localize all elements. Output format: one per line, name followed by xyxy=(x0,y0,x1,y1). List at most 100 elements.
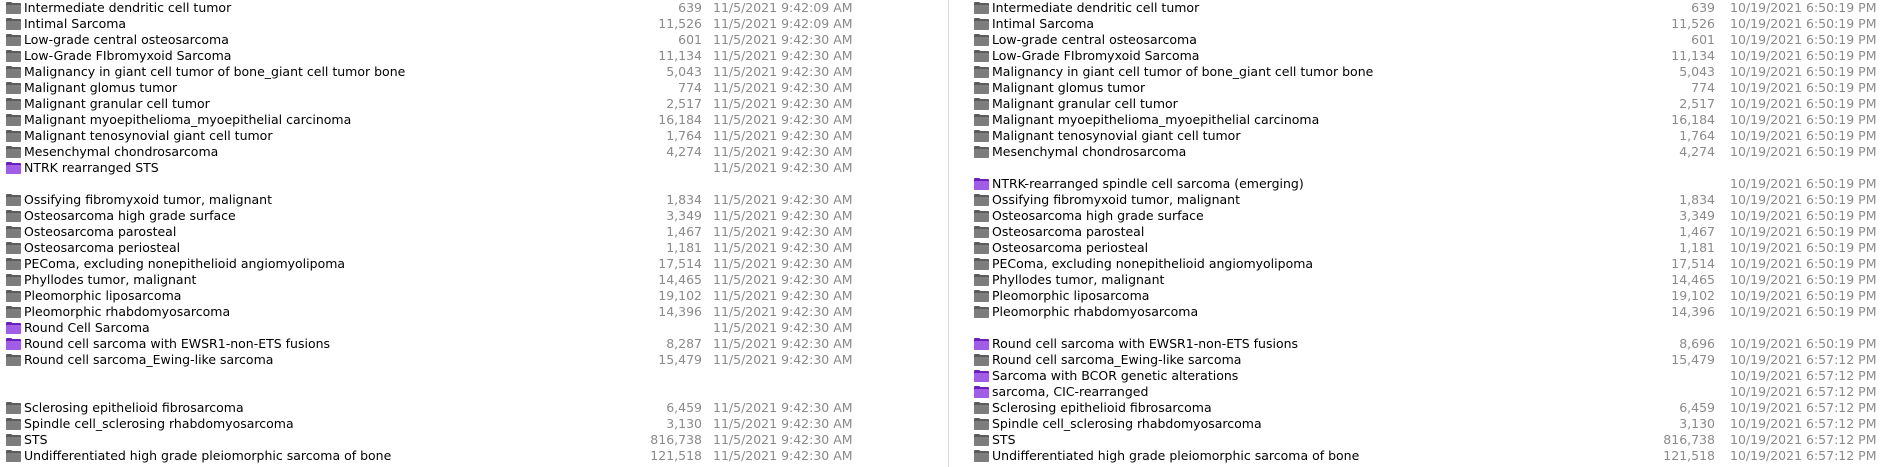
file-row[interactable]: Spindle cell_sclerosing rhabdomyosarcoma… xyxy=(968,416,1898,432)
file-row[interactable]: Intermediate dendritic cell tumor 639 11/5… xyxy=(0,0,932,16)
file-row[interactable]: sarcoma, CIC-rearranged 10/19/2021 6:57:1… xyxy=(968,384,1898,400)
file-date: 10/19/2021 6:50:19 PM xyxy=(1730,32,1877,47)
file-row[interactable]: Intimal Sarcoma 11,526 10/19/2021 6:50:19 … xyxy=(968,16,1898,32)
file-row[interactable]: Malignant tenosynovial giant cell tumor 1… xyxy=(968,128,1898,144)
file-row[interactable]: NTRK rearranged STS 11/5/2021 9:42:30 AM xyxy=(0,160,932,176)
file-date: 11/5/2021 9:42:30 AM xyxy=(713,64,853,79)
file-row[interactable]: Ossifying fibromyxoid tumor, malignant 1,… xyxy=(968,192,1898,208)
file-row[interactable]: STS 816,738 11/5/2021 9:42:30 AM xyxy=(0,432,932,448)
file-row[interactable]: Phyllodes tumor, malignant 14,465 11/5/202… xyxy=(0,272,932,288)
file-size: 17,514 xyxy=(658,256,702,271)
file-row[interactable]: STS 816,738 10/19/2021 6:57:12 PM xyxy=(968,432,1898,448)
folder-icon xyxy=(974,2,990,14)
file-row[interactable]: Malignant glomus tumor 774 10/19/2021 6:50… xyxy=(968,80,1898,96)
empty-row xyxy=(0,176,932,192)
file-date: 10/19/2021 6:50:19 PM xyxy=(1730,48,1877,63)
file-date: 11/5/2021 9:42:30 AM xyxy=(713,112,853,127)
file-row[interactable]: Osteosarcoma parosteal 1,467 11/5/2021 9:4… xyxy=(0,224,932,240)
file-row[interactable]: Osteosarcoma parosteal 1,467 10/19/2021 6:… xyxy=(968,224,1898,240)
file-row[interactable]: Round cell sarcoma with EWSR1-non-ETS fu… xyxy=(968,336,1898,352)
folder-icon xyxy=(974,18,990,30)
file-row[interactable]: Ossifying fibromyxoid tumor, malignant 1,… xyxy=(0,192,932,208)
file-date: 10/19/2021 6:50:19 PM xyxy=(1730,208,1877,223)
file-row[interactable]: Phyllodes tumor, malignant 14,465 10/19/20… xyxy=(968,272,1898,288)
file-row[interactable]: Malignant glomus tumor 774 11/5/2021 9:42:… xyxy=(0,80,932,96)
file-date: 11/5/2021 9:42:30 AM xyxy=(713,96,853,111)
file-row[interactable]: Malignant granular cell tumor 2,517 10/19/… xyxy=(968,96,1898,112)
file-row[interactable]: Sarcoma with BCOR genetic alterations 10/… xyxy=(968,368,1898,384)
file-name: STS xyxy=(992,432,1016,447)
file-row[interactable]: Osteosarcoma high grade surface 3,349 10/1… xyxy=(968,208,1898,224)
file-size: 601 xyxy=(1691,32,1715,47)
file-row[interactable]: Undifferentiated high grade pleiomorphic… xyxy=(0,448,932,464)
file-row[interactable]: Pleomorphic rhabdomyosarcoma 14,396 11/5/2… xyxy=(0,304,932,320)
file-size: 774 xyxy=(678,80,702,95)
file-row[interactable]: Malignant granular cell tumor 2,517 11/5/2… xyxy=(0,96,932,112)
file-row[interactable]: PEComa, excluding nonepithelioid angiomy… xyxy=(968,256,1898,272)
folder-icon xyxy=(974,450,990,462)
file-row[interactable]: Sclerosing epithelioid fibrosarcoma 6,459… xyxy=(968,400,1898,416)
file-date: 11/5/2021 9:42:30 AM xyxy=(713,336,853,351)
file-row[interactable]: Osteosarcoma periosteal 1,181 11/5/2021 9:… xyxy=(0,240,932,256)
file-row[interactable]: Round cell sarcoma_Ewing-like sarcoma 15,… xyxy=(968,352,1898,368)
file-size: 11,134 xyxy=(1671,48,1715,63)
folder-icon xyxy=(6,354,22,366)
file-row[interactable]: Osteosarcoma periosteal 1,181 10/19/2021 6… xyxy=(968,240,1898,256)
file-size: 774 xyxy=(1691,80,1715,95)
file-row[interactable]: Pleomorphic liposarcoma 19,102 11/5/2021 9… xyxy=(0,288,932,304)
file-size: 11,526 xyxy=(1671,16,1715,31)
file-name: Malignant granular cell tumor xyxy=(24,96,210,111)
folder-purple-icon xyxy=(974,386,990,398)
file-row[interactable]: Round Cell Sarcoma 11/5/2021 9:42:30 AM xyxy=(0,320,932,336)
file-row[interactable]: Malignancy in giant cell tumor of bone_g… xyxy=(0,64,932,80)
file-date: 10/19/2021 6:50:19 PM xyxy=(1730,144,1877,159)
file-row[interactable]: Pleomorphic rhabdomyosarcoma 14,396 10/19/… xyxy=(968,304,1898,320)
file-size: 5,043 xyxy=(1679,64,1715,79)
folder-purple-icon xyxy=(6,338,22,350)
empty-row xyxy=(968,160,1898,176)
file-date: 11/5/2021 9:42:30 AM xyxy=(713,432,853,447)
folder-icon xyxy=(974,98,990,110)
file-date: 10/19/2021 6:57:12 PM xyxy=(1730,352,1877,367)
file-row[interactable]: Low-grade central osteosarcoma 601 11/5/20… xyxy=(0,32,932,48)
file-name: Osteosarcoma high grade surface xyxy=(992,208,1204,223)
file-row[interactable]: Mesenchymal chondrosarcoma 4,274 10/19/202… xyxy=(968,144,1898,160)
file-row[interactable]: Undifferentiated high grade pleiomorphic… xyxy=(968,448,1898,464)
file-row[interactable]: Spindle cell_sclerosing rhabdomyosarcoma… xyxy=(0,416,932,432)
file-name: Pleomorphic rhabdomyosarcoma xyxy=(24,304,231,319)
file-size: 4,274 xyxy=(666,144,702,159)
file-row[interactable]: Intimal Sarcoma 11,526 11/5/2021 9:42:09 A… xyxy=(0,16,932,32)
file-row[interactable]: Osteosarcoma high grade surface 3,349 11/5… xyxy=(0,208,932,224)
file-row[interactable]: Round cell sarcoma_Ewing-like sarcoma 15,… xyxy=(0,352,932,368)
file-name: sarcoma, CIC-rearranged xyxy=(992,384,1149,399)
folder-icon xyxy=(974,290,990,302)
file-row[interactable]: Low-Grade FIbromyxoid Sarcoma 11,134 11/5/… xyxy=(0,48,932,64)
pane-splitter[interactable] xyxy=(932,0,968,467)
file-size: 2,517 xyxy=(1679,96,1715,111)
file-size: 8,696 xyxy=(1679,336,1715,351)
file-row[interactable]: Round cell sarcoma with EWSR1-non-ETS fu… xyxy=(0,336,932,352)
file-row[interactable]: Low-grade central osteosarcoma 601 10/19/2… xyxy=(968,32,1898,48)
file-date: 11/5/2021 9:42:30 AM xyxy=(713,208,853,223)
right-file-list[interactable]: Intermediate dendritic cell tumor 639 10/1… xyxy=(968,0,1898,467)
file-row[interactable]: NTRK-rearranged spindle cell sarcoma (em… xyxy=(968,176,1898,192)
file-row[interactable]: Pleomorphic liposarcoma 19,102 10/19/2021 … xyxy=(968,288,1898,304)
file-size: 5,043 xyxy=(666,64,702,79)
file-date: 11/5/2021 9:42:30 AM xyxy=(713,48,853,63)
file-row[interactable]: Intermediate dendritic cell tumor 639 10/1… xyxy=(968,0,1898,16)
file-row[interactable]: PEComa, excluding nonepithelioid angiomy… xyxy=(0,256,932,272)
folder-icon xyxy=(6,258,22,270)
folder-icon xyxy=(974,274,990,286)
file-size: 19,102 xyxy=(1671,288,1715,303)
file-row[interactable]: Malignancy in giant cell tumor of bone_g… xyxy=(968,64,1898,80)
folder-icon xyxy=(6,34,22,46)
file-size: 19,102 xyxy=(658,288,702,303)
file-row[interactable]: Malignant myoepithelioma_myoepithelial c… xyxy=(968,112,1898,128)
file-row[interactable]: Sclerosing epithelioid fibrosarcoma 6,459… xyxy=(0,400,932,416)
file-row[interactable]: Low-Grade FIbromyxoid Sarcoma 11,134 10/19… xyxy=(968,48,1898,64)
file-size: 14,396 xyxy=(658,304,702,319)
file-row[interactable]: Malignant myoepithelioma_myoepithelial c… xyxy=(0,112,932,128)
file-row[interactable]: Malignant tenosynovial giant cell tumor 1… xyxy=(0,128,932,144)
left-file-list[interactable]: Intermediate dendritic cell tumor 639 11/5… xyxy=(0,0,932,467)
file-row[interactable]: Mesenchymal chondrosarcoma 4,274 11/5/2021… xyxy=(0,144,932,160)
